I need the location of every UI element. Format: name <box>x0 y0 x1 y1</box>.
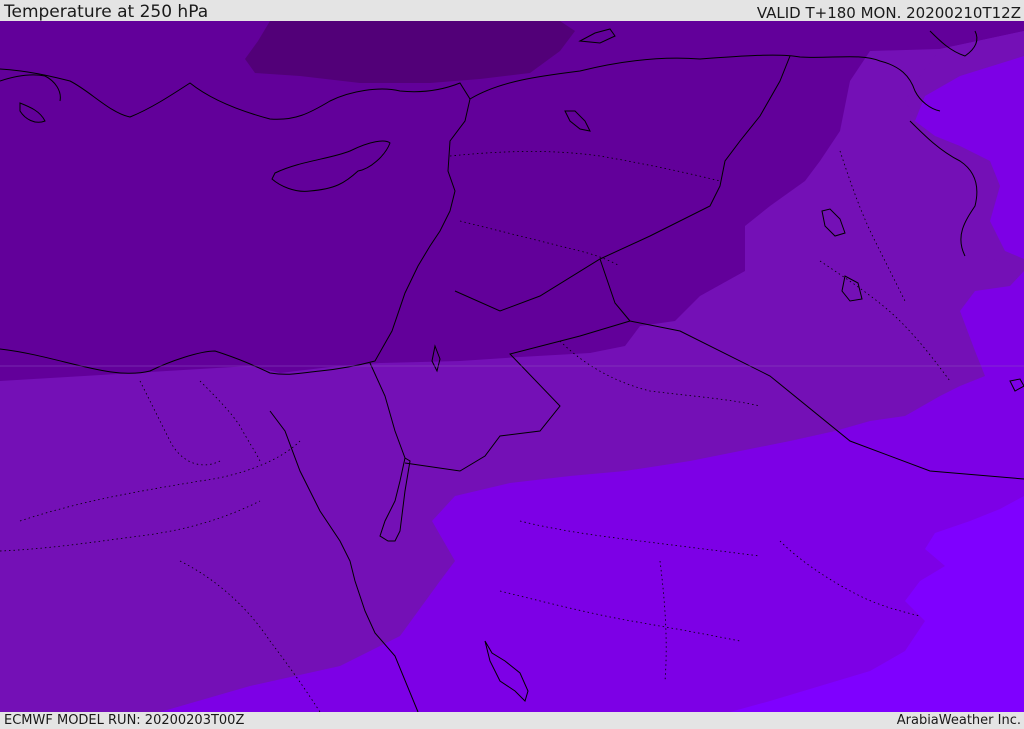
footer-bar: ECMWF MODEL RUN: 20200203T00Z ArabiaWeat… <box>0 712 1024 729</box>
valid-time: VALID T+180 MON. 20200210T12Z <box>756 4 1021 22</box>
model-run-label: ECMWF MODEL RUN: 20200203T00Z <box>4 713 245 728</box>
map-title: Temperature at 250 hPa <box>4 2 209 22</box>
header-bar: Temperature at 250 hPa VALID T+180 MON. … <box>0 0 1024 22</box>
weather-map[interactable] <box>0 21 1024 712</box>
credit-label: ArabiaWeather Inc. <box>896 713 1021 728</box>
